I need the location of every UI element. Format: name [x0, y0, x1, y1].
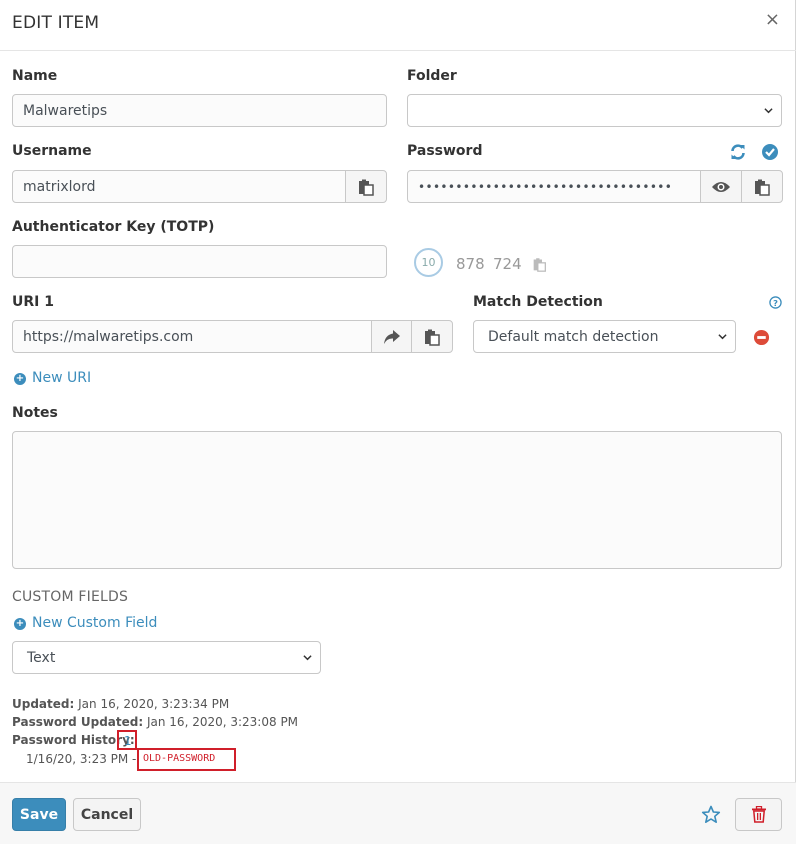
chevron-down-icon	[718, 334, 727, 340]
totp-timer: 10	[414, 248, 443, 277]
cancel-button[interactable]: Cancel	[73, 798, 141, 831]
notes-label: Notes	[12, 405, 58, 421]
password-label: Password	[407, 143, 483, 159]
edit-item-dialog: EDIT ITEM × Name Malwaretips Folder User…	[0, 0, 796, 844]
name-input[interactable]: Malwaretips	[12, 94, 387, 127]
updated-row: Updated: Jan 16, 2020, 3:23:34 PM	[12, 697, 229, 711]
password-updated-row: Password Updated: Jan 16, 2020, 3:23:08 …	[12, 715, 298, 729]
uri-input[interactable]: https://malwaretips.com	[12, 320, 372, 353]
dialog-footer: Save Cancel	[0, 782, 796, 844]
help-icon[interactable]: ?	[769, 296, 782, 309]
dialog-title: EDIT ITEM	[12, 13, 100, 33]
star-icon[interactable]	[701, 805, 721, 824]
plus-circle-icon: +	[14, 618, 26, 630]
new-custom-field-link[interactable]: + New Custom Field	[14, 615, 157, 631]
new-uri-label: New URI	[32, 370, 92, 386]
dialog-header: EDIT ITEM ×	[0, 0, 796, 51]
uri-label: URI 1	[12, 294, 54, 310]
name-label: Name	[12, 68, 58, 84]
copy-totp-icon[interactable]	[532, 257, 547, 272]
launch-uri-button[interactable]	[371, 320, 413, 353]
check-circle-icon[interactable]	[761, 143, 779, 161]
history-entry-date: 1/16/20, 3:23 PM -	[26, 752, 137, 766]
custom-field-type-select[interactable]: Text	[12, 641, 321, 674]
history-entry-password: OLD-PASSWORD	[143, 753, 216, 764]
password-input[interactable]: ••••••••••••••••••••••••••••••••••	[407, 170, 701, 203]
totp-label: Authenticator Key (TOTP)	[12, 219, 215, 235]
clipboard-icon	[755, 179, 770, 196]
match-detection-value: Default match detection	[488, 329, 659, 345]
close-icon[interactable]: ×	[765, 11, 780, 29]
updated-label: Updated:	[12, 697, 75, 711]
save-button[interactable]: Save	[12, 798, 66, 831]
totp-input[interactable]	[12, 245, 387, 278]
clipboard-icon	[425, 329, 440, 346]
svg-text:?: ?	[773, 298, 778, 308]
password-history-count-link[interactable]: 1	[124, 734, 132, 748]
password-updated-value: Jan 16, 2020, 3:23:08 PM	[146, 715, 299, 729]
match-detection-label: Match Detection	[473, 294, 603, 310]
folder-select[interactable]	[407, 94, 782, 127]
new-custom-field-label: New Custom Field	[32, 615, 158, 631]
clipboard-icon	[359, 179, 374, 196]
copy-uri-button[interactable]	[411, 320, 453, 353]
password-updated-label: Password Updated:	[12, 715, 144, 729]
updated-value: Jan 16, 2020, 3:23:34 PM	[78, 697, 230, 711]
match-detection-select[interactable]: Default match detection	[473, 320, 736, 353]
totp-code-part-2: 724	[493, 255, 522, 273]
eye-icon	[712, 181, 730, 192]
username-label: Username	[12, 143, 92, 159]
copy-password-button[interactable]	[741, 170, 783, 203]
chevron-down-icon	[764, 108, 773, 114]
notes-textarea[interactable]	[12, 431, 782, 569]
chevron-down-icon	[303, 655, 312, 661]
toggle-password-visibility-button[interactable]	[700, 170, 742, 203]
remove-uri-icon[interactable]	[753, 329, 770, 346]
copy-username-button[interactable]	[345, 170, 387, 203]
folder-label: Folder	[407, 68, 457, 84]
custom-field-type-value: Text	[27, 650, 56, 666]
custom-fields-heading: CUSTOM FIELDS	[12, 589, 129, 605]
totp-code-part-1: 878	[456, 255, 485, 273]
trash-icon	[751, 806, 766, 823]
username-input[interactable]: matrixlord	[12, 170, 346, 203]
new-uri-link[interactable]: + New URI	[14, 370, 91, 386]
refresh-icon[interactable]	[729, 143, 747, 161]
plus-circle-icon: +	[14, 373, 26, 385]
share-arrow-icon	[384, 329, 400, 344]
delete-button[interactable]	[735, 798, 782, 831]
